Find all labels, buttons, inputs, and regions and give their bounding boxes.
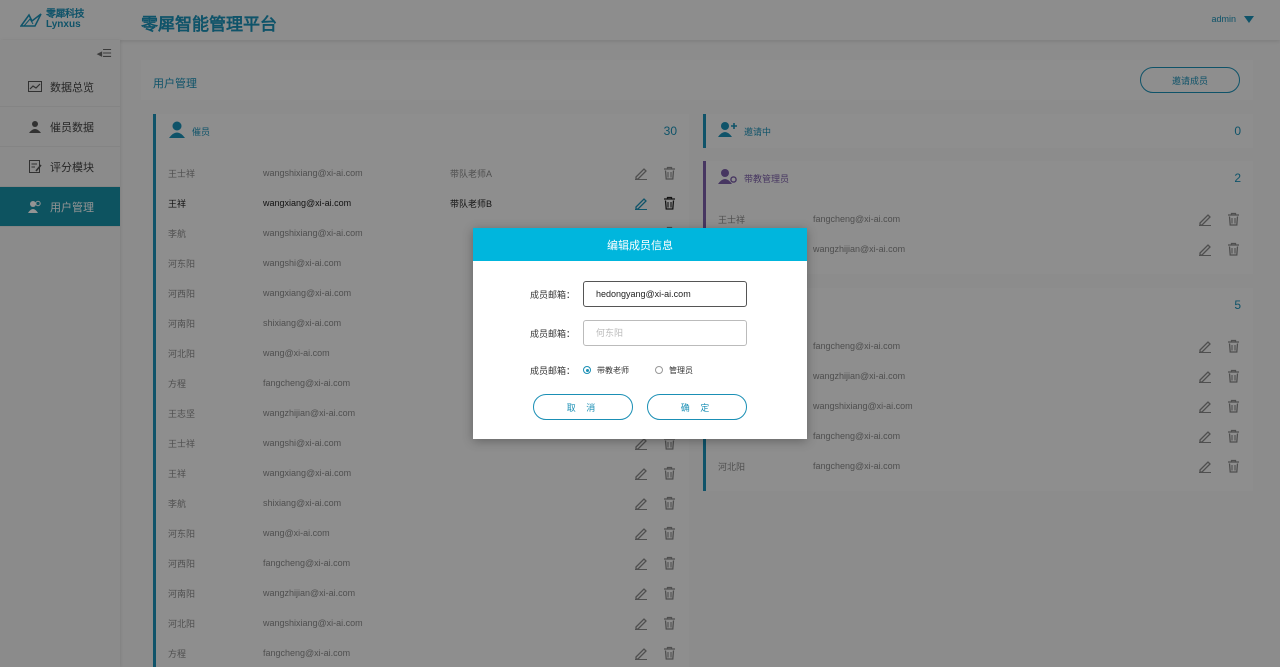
role-radio-group: 带教老师 管理员 xyxy=(583,365,693,376)
radio-selected-icon[interactable] xyxy=(583,366,591,374)
email-field[interactable] xyxy=(583,281,747,307)
name-label: 成员邮箱： xyxy=(529,328,575,339)
name-row: 成员邮箱： xyxy=(473,320,807,346)
email-label: 成员邮箱： xyxy=(529,289,575,300)
name-field[interactable] xyxy=(583,320,747,346)
radio-unselected-icon[interactable] xyxy=(655,366,663,374)
cancel-button[interactable]: 取 消 xyxy=(533,394,633,420)
confirm-button[interactable]: 确 定 xyxy=(647,394,747,420)
edit-member-dialog: 编辑成员信息 成员邮箱： 成员邮箱： 成员邮箱： 带教老师 管理员 取 消 确 … xyxy=(473,228,807,439)
role-option-teacher[interactable]: 带教老师 xyxy=(583,365,629,376)
role-option-admin[interactable]: 管理员 xyxy=(655,365,693,376)
email-row: 成员邮箱： xyxy=(473,281,807,307)
dialog-title: 编辑成员信息 xyxy=(473,228,807,261)
role-option-label: 带教老师 xyxy=(597,365,629,375)
role-option-label: 管理员 xyxy=(669,365,693,375)
role-label: 成员邮箱： xyxy=(529,365,575,376)
role-row: 成员邮箱： 带教老师 管理员 xyxy=(473,357,807,383)
